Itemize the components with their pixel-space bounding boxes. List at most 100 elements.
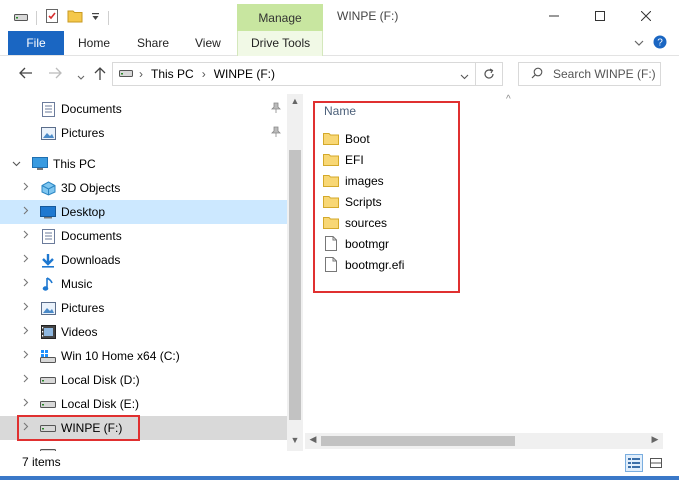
pictures-icon [40, 125, 56, 141]
back-button[interactable] [19, 67, 33, 81]
nav-item-drive-e[interactable]: Local Disk (E:) [0, 392, 287, 416]
chevron-right-icon[interactable] [21, 350, 31, 362]
toolbar-divider [108, 10, 109, 25]
large-icons-view-button[interactable] [647, 454, 665, 472]
nav-item-drive-d[interactable]: Local Disk (D:) [0, 368, 287, 392]
pin-icon [271, 102, 281, 117]
file-list-horizontal-scrollbar[interactable]: ◀ ▶ [305, 433, 663, 449]
close-button[interactable] [623, 0, 669, 31]
tab-view[interactable]: View [195, 36, 221, 50]
help-button[interactable]: ? [653, 35, 667, 52]
navigation-pane: Documents Pictures This PC 3D Objects De… [0, 94, 303, 451]
drive-icon [40, 444, 56, 451]
breadcrumb-this-pc[interactable]: This PC [151, 67, 194, 81]
breadcrumb-separator[interactable]: › [139, 67, 143, 81]
chevron-right-icon[interactable] [21, 398, 31, 410]
close-icon [641, 10, 651, 21]
drive-icon[interactable] [14, 11, 28, 25]
search-input[interactable]: Search WINPE (F:) [553, 67, 656, 81]
nav-item-3d-objects[interactable]: 3D Objects [0, 176, 287, 200]
chevron-right-icon[interactable] [21, 182, 31, 194]
quick-access-toolbar [14, 8, 109, 27]
file-explorer-window: Manage WINPE (F:) File Home Share View D… [0, 0, 679, 476]
scroll-right-arrow[interactable]: ▶ [647, 434, 663, 445]
nav-item-music[interactable]: Music [0, 272, 287, 296]
large-icons-view-icon [650, 458, 662, 468]
manage-contextual-tab[interactable]: Manage [237, 4, 323, 31]
maximize-icon [595, 10, 605, 21]
3d-objects-icon [40, 180, 56, 196]
breadcrumb-separator[interactable]: › [202, 67, 206, 81]
search-box[interactable]: Search WINPE (F:) [518, 62, 661, 86]
nav-item-label: Win 10 Home x64 (C:) [61, 349, 180, 363]
nav-item-this-pc[interactable]: This PC [0, 152, 287, 176]
breadcrumb-winpe[interactable]: WINPE (F:) [214, 67, 275, 81]
highlight-box-file-list [313, 101, 460, 293]
nav-item-downloads[interactable]: Downloads [0, 248, 287, 272]
nav-item-label: Desktop [61, 205, 106, 219]
arrow-left-icon [19, 67, 32, 79]
scroll-down-arrow[interactable]: ▼ [287, 435, 303, 445]
nav-item-label: Pictures [61, 126, 105, 140]
title-bar: Manage WINPE (F:) [0, 0, 679, 31]
nav-item-partial[interactable] [0, 440, 287, 451]
refresh-button[interactable] [476, 62, 503, 86]
maximize-button[interactable] [577, 0, 623, 31]
downloads-icon [40, 252, 56, 268]
chevron-right-icon[interactable] [21, 230, 31, 242]
nav-item-label: Videos [61, 325, 98, 339]
chevron-right-icon[interactable] [21, 302, 31, 314]
nav-item-label: Downloads [61, 253, 121, 267]
minimize-icon [549, 15, 559, 16]
nav-pane-scrollbar[interactable]: ▲ ▼ [287, 94, 303, 451]
arrow-up-icon [94, 67, 106, 80]
new-folder-icon[interactable] [67, 9, 83, 26]
drive-icon [40, 372, 56, 388]
sort-ascending-icon: ^ [506, 94, 511, 105]
details-view-button[interactable] [625, 454, 643, 472]
drive-icon [119, 67, 133, 81]
chevron-right-icon[interactable] [21, 254, 31, 266]
nav-item-documents[interactable]: Documents [0, 224, 287, 248]
address-dropdown-button[interactable] [460, 69, 469, 83]
nav-item-label: Documents [61, 229, 122, 243]
item-count: 7 items [22, 455, 61, 469]
status-bar: 7 items [0, 451, 679, 476]
tab-home[interactable]: Home [78, 36, 110, 50]
nav-item-desktop[interactable]: Desktop [0, 200, 287, 224]
tab-drive-tools[interactable]: Drive Tools [251, 36, 310, 50]
details-view-icon [628, 458, 640, 468]
address-bar[interactable]: › This PC › WINPE (F:) [112, 62, 476, 86]
chevron-right-icon[interactable] [21, 278, 31, 290]
minimize-button[interactable] [531, 0, 577, 31]
nav-item-label: Local Disk (E:) [61, 397, 140, 411]
nav-item-drive-c[interactable]: Win 10 Home x64 (C:) [0, 344, 287, 368]
chevron-right-icon[interactable] [21, 326, 31, 338]
forward-button[interactable] [48, 67, 62, 81]
expand-ribbon-button[interactable] [634, 36, 644, 50]
nav-item-label: This PC [53, 157, 96, 171]
nav-item-pictures[interactable]: Pictures [0, 296, 287, 320]
properties-icon[interactable] [45, 8, 59, 27]
chevron-down-icon[interactable] [11, 158, 21, 170]
chevron-right-icon[interactable] [21, 206, 31, 218]
scrollbar-thumb[interactable] [289, 150, 301, 420]
documents-icon [40, 228, 56, 244]
scroll-left-arrow[interactable]: ◀ [305, 434, 321, 445]
tab-file[interactable]: File [8, 31, 64, 55]
recent-locations-button[interactable] [77, 69, 85, 83]
nav-item-quick-documents[interactable]: Documents [0, 97, 287, 121]
svg-text:?: ? [657, 38, 663, 49]
scroll-up-arrow[interactable]: ▲ [287, 96, 303, 106]
refresh-icon [484, 68, 494, 79]
chevron-right-icon[interactable] [21, 374, 31, 386]
scrollbar-thumb[interactable] [321, 436, 515, 446]
desktop-icon [40, 204, 56, 220]
music-icon [40, 276, 56, 292]
up-button[interactable] [94, 67, 106, 83]
windows-drive-icon [40, 348, 56, 364]
customize-toolbar-icon[interactable] [91, 11, 100, 25]
nav-item-videos[interactable]: Videos [0, 320, 287, 344]
nav-item-quick-pictures[interactable]: Pictures [0, 121, 287, 145]
tab-share[interactable]: Share [137, 36, 169, 50]
